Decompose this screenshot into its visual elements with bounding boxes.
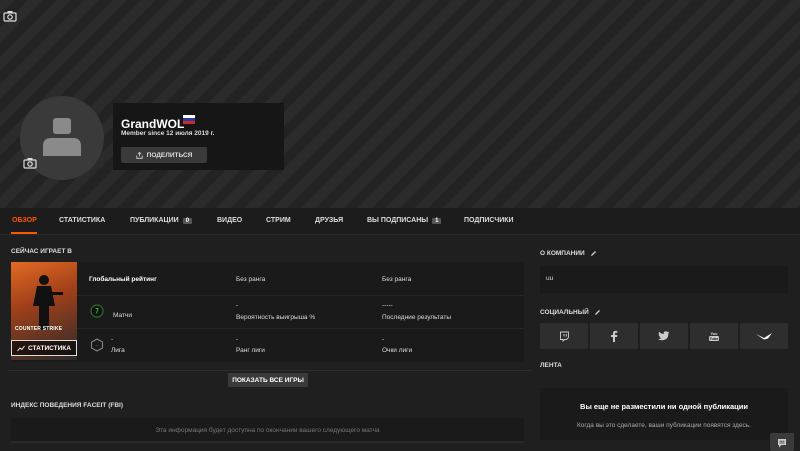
feed-empty-title: Вы еще не разместили ни одной публикации	[580, 402, 748, 411]
rank-value-2: Без ранга	[382, 276, 412, 283]
share-button[interactable]: ПОДЕЛИТЬСЯ	[121, 147, 207, 163]
fbi-title: ИНДЕКС ПОВЕДЕНИЯ FACEIT (FBI)	[11, 402, 123, 409]
chat-icon	[778, 439, 786, 448]
league-value: -	[111, 336, 114, 343]
league-rank-label: Ранг лиги	[236, 347, 265, 354]
facebook-icon	[611, 330, 618, 342]
facebook-link[interactable]	[590, 323, 638, 349]
edit-pencil-icon[interactable]	[590, 250, 597, 257]
fbi-info-text: Эта информация будет доступна по окончан…	[155, 427, 380, 434]
tab-following-label: ВЫ ПОДПИСАНЫ	[367, 217, 429, 224]
matches-label: Матчи	[113, 312, 132, 319]
soldier-silhouette-icon	[33, 275, 63, 330]
league-rank-value: -	[236, 336, 239, 343]
league-points-value: -	[382, 336, 385, 343]
row-divider	[77, 295, 524, 296]
social-title-label: СОЦИАЛЬНЫЙ	[540, 309, 589, 317]
row-divider	[77, 328, 524, 329]
tab-publications-label: ПУБЛИКАЦИИ	[130, 217, 179, 224]
social-title: СОЦИАЛЬНЫЙ	[540, 309, 601, 316]
win-probability-label: Вероятность выигрыша %	[236, 314, 316, 321]
tab-statistics[interactable]: СТАТИСТИКА	[59, 217, 105, 224]
share-icon	[136, 151, 143, 159]
about-panel: uu	[540, 266, 788, 293]
global-rating-label: Глобальный рейтинг	[89, 276, 157, 283]
skill-level-icon	[90, 304, 104, 318]
tab-following[interactable]: ВЫ ПОДПИСАНЫ 1	[367, 217, 442, 224]
league-label: Лига	[111, 347, 125, 354]
member-since: Member since 12 июля 2019 г.	[121, 130, 215, 137]
tab-stream[interactable]: СТРИМ	[266, 217, 291, 224]
now-playing-title: СЕЙЧАС ИГРАЕТ В	[11, 248, 72, 255]
tab-publications[interactable]: ПУБЛИКАЦИИ 0	[130, 217, 193, 224]
steam-link[interactable]	[740, 323, 788, 349]
about-title-label: О КОМПАНИИ	[540, 250, 585, 258]
youtube-link[interactable]: You Tube	[690, 323, 738, 349]
section-divider	[8, 370, 532, 371]
league-hexagon-icon: --	[91, 338, 103, 352]
feed-panel: Вы еще не разместили ни одной публикации…	[540, 388, 788, 440]
twitch-icon	[559, 331, 569, 342]
csgo-cover-image[interactable]: COUNTER STRIKE СТАТИСТИКА	[11, 262, 77, 360]
profile-tabs: ОБЗОР СТАТИСТИКА ПУБЛИКАЦИИ 0 ВИДЕО СТРИМ…	[0, 208, 800, 235]
win-probability-value: -	[236, 302, 239, 309]
active-tab-indicator	[11, 232, 37, 234]
rank-value-1: Без ранга	[236, 276, 266, 283]
avatar-camera-icon[interactable]	[23, 157, 37, 169]
edit-pencil-icon[interactable]	[594, 309, 601, 316]
twitch-link[interactable]	[540, 323, 588, 349]
twitter-link[interactable]	[640, 323, 688, 349]
social-links: You Tube	[540, 323, 788, 349]
game-logo-text: COUNTER STRIKE	[15, 326, 63, 332]
game-panel: COUNTER STRIKE СТАТИСТИКА Глобальный рей…	[11, 262, 524, 362]
trend-icon	[17, 345, 25, 351]
share-label: ПОДЕЛИТЬСЯ	[146, 151, 193, 159]
svg-text:You: You	[709, 332, 718, 336]
svg-text:--: --	[96, 343, 99, 348]
game-statistics-button[interactable]: СТАТИСТИКА	[11, 340, 77, 356]
tab-video[interactable]: ВИДЕО	[217, 217, 242, 224]
game-statistics-label: СТАТИСТИКА	[28, 344, 71, 352]
about-title: О КОМПАНИИ	[540, 250, 597, 257]
username: GrandWOL	[121, 117, 185, 131]
chat-button[interactable]	[770, 433, 794, 451]
tab-friends[interactable]: ДРУЗЬЯ	[315, 217, 343, 224]
feed-title: ЛЕНТА	[540, 362, 562, 369]
svg-text:Tube: Tube	[710, 337, 720, 341]
league-points-label: Очки лиги	[382, 347, 413, 354]
publications-count-badge: 0	[182, 218, 193, 224]
following-count-badge: 1	[432, 218, 442, 224]
feed-empty-subtitle: Когда вы это сделаете, ваши публикации п…	[577, 422, 751, 429]
tab-overview[interactable]: ОБЗОР	[12, 217, 37, 224]
fbi-panel: Эта информация будет доступна по окончан…	[11, 418, 524, 443]
show-all-games-button[interactable]: ПОКАЗАТЬ ВСЕ ИГРЫ	[228, 373, 308, 387]
tab-followers[interactable]: ПОДПИСЧИКИ	[464, 217, 514, 224]
last-results-value: -----	[382, 302, 393, 309]
youtube-icon: You Tube	[709, 332, 720, 341]
last-results-label: Последние результаты	[382, 314, 452, 321]
about-text: uu	[546, 275, 554, 282]
twitter-icon	[658, 331, 670, 341]
steam-icon	[756, 333, 772, 340]
camera-icon[interactable]	[3, 10, 17, 22]
russia-flag-icon	[183, 115, 195, 124]
profile-card: GrandWOL Member since 12 июля 2019 г. ПО…	[113, 103, 284, 170]
